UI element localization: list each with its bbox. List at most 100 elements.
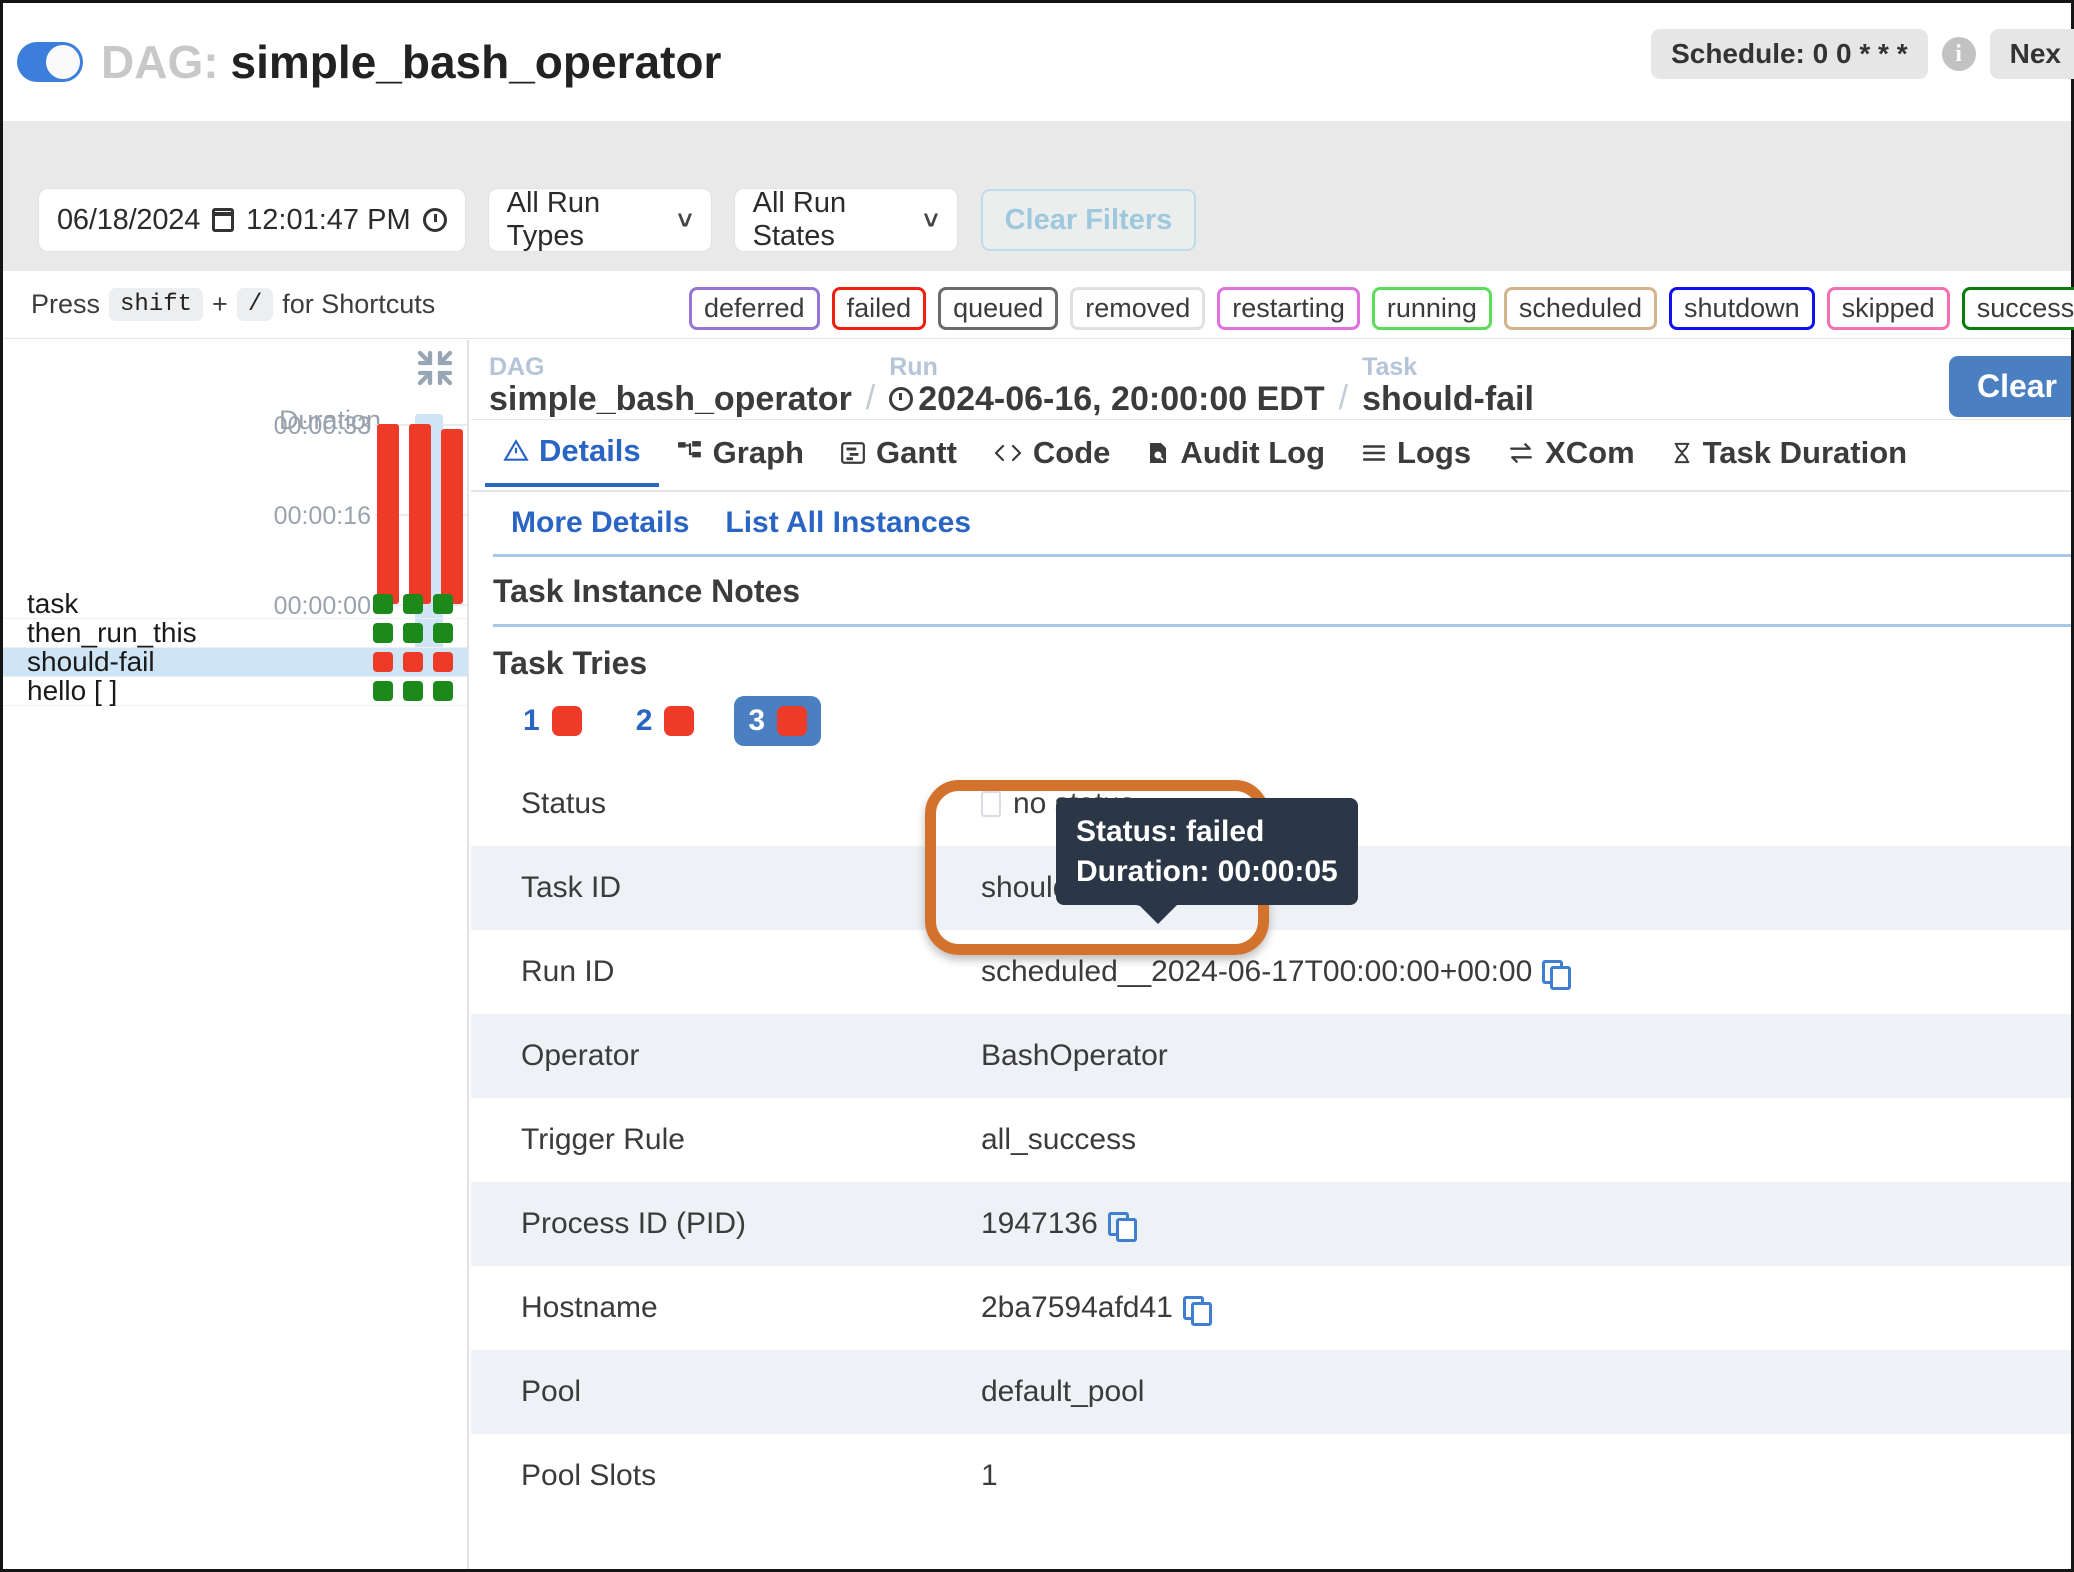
hourglass-icon xyxy=(1671,440,1693,466)
breadcrumb-separator: / xyxy=(1339,379,1348,419)
status-tooltip: Status: failed Duration: 00:00:05 xyxy=(1056,798,1358,905)
legend-badge-deferred[interactable]: deferred xyxy=(689,287,820,330)
legend-badge-failed[interactable]: failed xyxy=(832,287,927,330)
task-row-label: task xyxy=(27,588,78,620)
task-row-label: should-fail xyxy=(27,646,155,678)
schedule-pill: Schedule: 0 0 * * * xyxy=(1651,29,1928,79)
next-run-pill: Nex xyxy=(1990,29,2074,79)
task-instance-square-success[interactable] xyxy=(403,623,423,643)
collapse-icon[interactable] xyxy=(415,348,455,388)
tab-label: Code xyxy=(1033,435,1111,471)
shortcut-legend-bar: Press shift + / for Shortcuts deferred fa… xyxy=(3,271,2071,339)
tab-audit-log[interactable]: Audit Log xyxy=(1128,425,1343,485)
task-try-3[interactable]: 3 xyxy=(734,696,821,746)
shortcut-press-label: Press xyxy=(31,289,100,320)
sublink-more-details[interactable]: More Details xyxy=(511,506,689,540)
detail-value-text: 2ba7594afd41 xyxy=(981,1291,1173,1324)
task-instance-square-success[interactable] xyxy=(403,594,423,614)
breadcrumb-task-label: Task xyxy=(1362,354,1534,380)
task-instance-square-failed[interactable] xyxy=(403,652,423,672)
tab-code[interactable]: Code xyxy=(975,425,1129,485)
tab-xcom[interactable]: XCom xyxy=(1489,425,1653,485)
dag-pause-toggle[interactable] xyxy=(17,42,83,82)
detail-value-text: all_success xyxy=(981,1123,1136,1156)
task-try-1[interactable]: 1 xyxy=(509,696,596,746)
task-try-state-square xyxy=(664,706,694,736)
y-tick-1: 00:00:16 xyxy=(274,502,371,531)
tab-details[interactable]: Details xyxy=(485,423,659,487)
key-shift: shift xyxy=(109,288,203,321)
task-list: taskthen_run_thisshould-failhello [ ] xyxy=(3,590,467,706)
breadcrumb-dag[interactable]: DAG simple_bash_operator xyxy=(489,354,852,419)
task-try-number: 2 xyxy=(636,704,653,738)
legend-badge-queued[interactable]: queued xyxy=(938,287,1058,330)
breadcrumb-task-value: should-fail xyxy=(1362,380,1534,419)
task-row[interactable]: task xyxy=(3,590,467,619)
clear-filters-button[interactable]: Clear Filters xyxy=(981,189,1197,251)
breadcrumb-run-label: Run xyxy=(889,354,1324,380)
legend-badge-scheduled[interactable]: scheduled xyxy=(1504,287,1657,330)
tab-task-duration[interactable]: Task Duration xyxy=(1653,425,1925,485)
copy-icon[interactable] xyxy=(1542,960,1566,984)
task-row[interactable]: then_run_this xyxy=(3,619,467,648)
task-row-label: hello [ ] xyxy=(27,675,117,707)
run-states-select[interactable]: All Run States ˅ xyxy=(735,189,957,251)
tab-label: Audit Log xyxy=(1180,435,1325,471)
audit-log-icon xyxy=(1146,440,1170,466)
task-instance-square-success[interactable] xyxy=(433,623,453,643)
duration-bar[interactable] xyxy=(377,424,399,604)
notes-and-tries: Task Instance Notes Task Tries 123 xyxy=(471,554,2071,762)
task-row[interactable]: hello [ ] xyxy=(3,677,467,706)
exchange-arrows-icon xyxy=(1507,440,1535,466)
duration-bar[interactable] xyxy=(409,424,431,604)
tab-logs[interactable]: Logs xyxy=(1343,425,1489,485)
detail-value: scheduled__2024-06-17T00:00:00+00:00 xyxy=(931,930,2071,1014)
legend-badge-shutdown[interactable]: shutdown xyxy=(1669,287,1815,330)
shortcut-hint: Press shift + / for Shortcuts xyxy=(31,288,435,321)
task-instance-square-failed[interactable] xyxy=(373,652,393,672)
task-instance-square-success[interactable] xyxy=(433,594,453,614)
shortcut-plus: + xyxy=(212,289,228,320)
table-row: Run IDscheduled__2024-06-17T00:00:00+00:… xyxy=(471,930,2071,1014)
tab-gantt[interactable]: Gantt xyxy=(822,425,975,485)
detail-key: Process ID (PID) xyxy=(471,1182,931,1266)
info-icon[interactable]: i xyxy=(1942,37,1976,71)
task-instance-square-success[interactable] xyxy=(373,594,393,614)
copy-icon[interactable] xyxy=(1183,1296,1207,1320)
task-instance-square-success[interactable] xyxy=(373,623,393,643)
legend-badge-removed[interactable]: removed xyxy=(1070,287,1205,330)
legend-badge-restarting[interactable]: restarting xyxy=(1217,287,1360,330)
table-row: Process ID (PID) 1947136 xyxy=(471,1182,2071,1266)
breadcrumb-separator: / xyxy=(866,379,875,419)
tab-graph[interactable]: Graph xyxy=(659,425,822,485)
datetime-filter[interactable]: 06/18/2024 12:01:47 PM xyxy=(39,189,465,251)
task-instance-square-failed[interactable] xyxy=(433,652,453,672)
legend-badge-running[interactable]: running xyxy=(1372,287,1492,330)
detail-value: all_success xyxy=(931,1098,2071,1182)
y-tick-0: 00:00:33 xyxy=(274,412,371,441)
breadcrumb: DAG simple_bash_operator / Run 2024-06-1… xyxy=(471,340,2071,420)
dag-header: DAG: simple_bash_operator Schedule: 0 0 … xyxy=(3,3,2071,121)
clear-task-button[interactable]: Clear xyxy=(1949,356,2071,417)
tab-label: Logs xyxy=(1397,435,1471,471)
breadcrumb-run[interactable]: Run 2024-06-16, 20:00:00 EDT xyxy=(889,354,1324,419)
no-status-box-icon xyxy=(981,791,1001,817)
task-try-2[interactable]: 2 xyxy=(622,696,709,746)
legend-badge-success[interactable]: success xyxy=(1962,287,2074,330)
sublink-list-all-instances[interactable]: List All Instances xyxy=(725,506,971,540)
run-types-select[interactable]: All Run Types ˅ xyxy=(489,189,711,251)
task-instance-square-success[interactable] xyxy=(403,681,423,701)
legend-badge-skipped[interactable]: skipped xyxy=(1827,287,1950,330)
tooltip-status-line: Status: failed xyxy=(1076,812,1338,852)
duration-bar[interactable] xyxy=(441,429,463,604)
breadcrumb-task[interactable]: Task should-fail xyxy=(1362,354,1534,419)
task-instance-square-success[interactable] xyxy=(433,681,453,701)
task-row[interactable]: should-fail xyxy=(3,648,467,677)
detail-value: BashOperator xyxy=(931,1014,2071,1098)
detail-value-text: 1947136 xyxy=(981,1207,1098,1240)
copy-icon[interactable] xyxy=(1108,1212,1132,1236)
tab-label: XCom xyxy=(1545,435,1635,471)
task-instance-square-success[interactable] xyxy=(373,681,393,701)
status-legend: deferred failed queued removed restarting run… xyxy=(689,287,2074,330)
detail-value-text: 1 xyxy=(981,1459,998,1492)
